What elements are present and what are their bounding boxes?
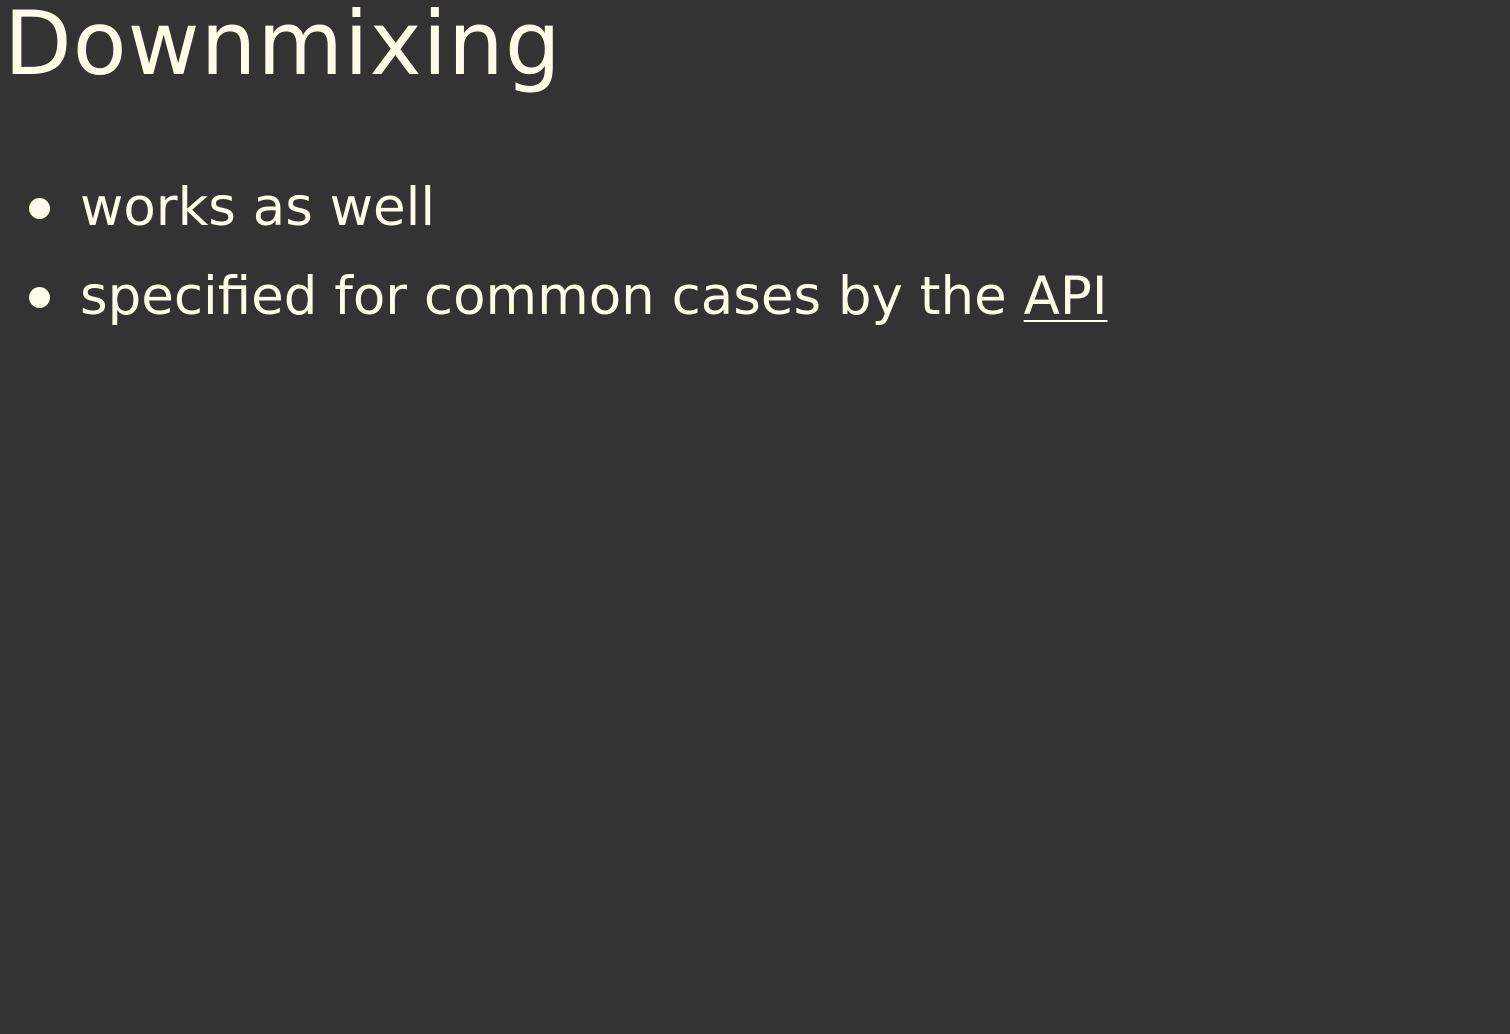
bullet-text: works as well: [80, 177, 436, 238]
api-link[interactable]: API: [1024, 266, 1108, 327]
bullet-item-specified: specified for common cases by the API: [0, 261, 1107, 350]
bullet-text: specified for common cases by the: [80, 266, 1024, 327]
bullet-list: works as well specified for common cases…: [0, 172, 1107, 350]
slide: Downmixing works as well specified for c…: [0, 0, 1510, 1034]
bullet-item-works-as-well: works as well: [0, 172, 1107, 261]
bullet-dot-icon: [29, 287, 50, 308]
slide-title: Downmixing: [4, 0, 562, 95]
bullet-dot-icon: [29, 198, 50, 219]
